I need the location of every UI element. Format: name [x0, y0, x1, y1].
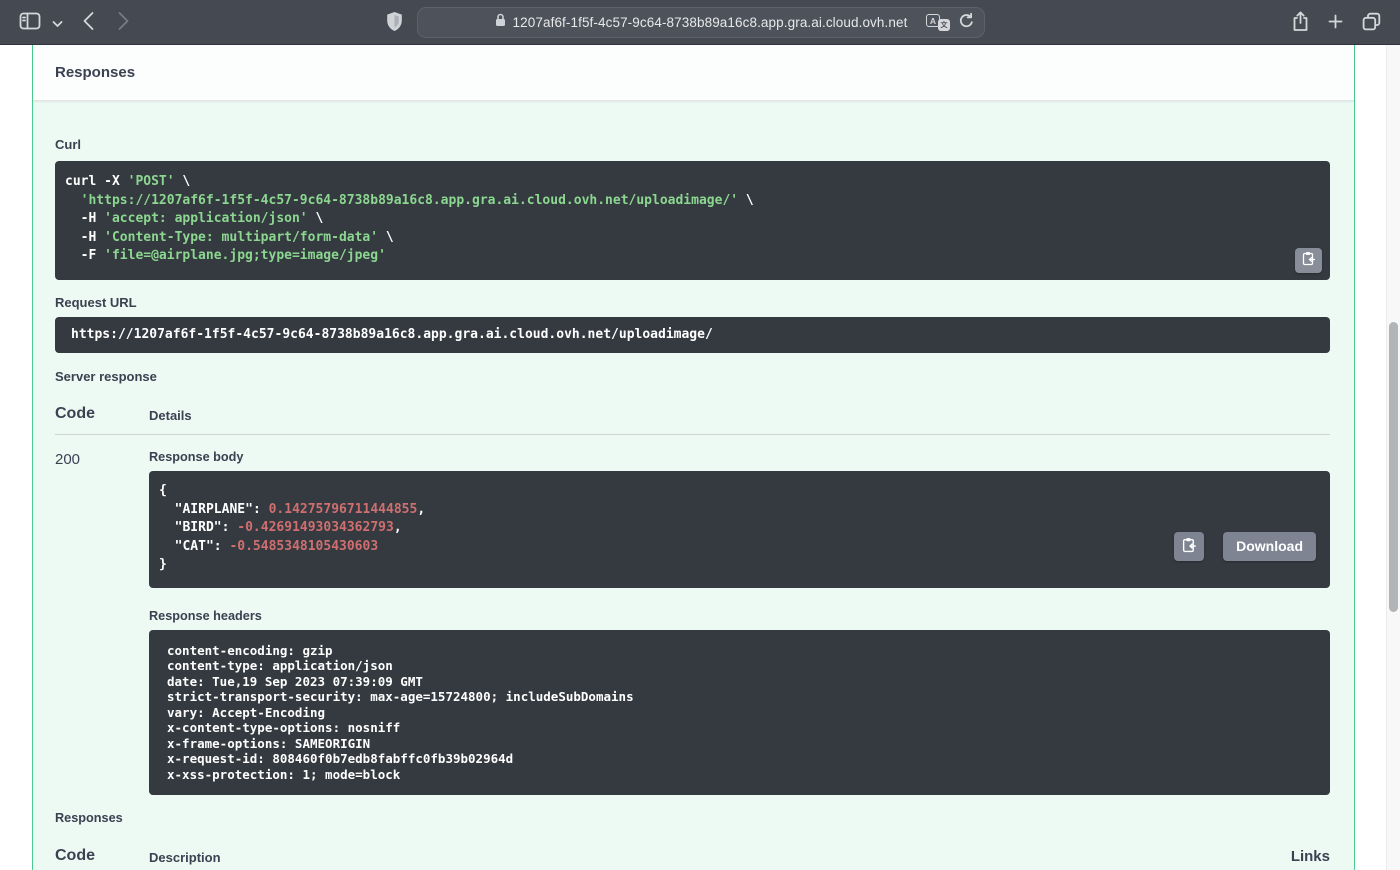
header-line: x-request-id: 808460f0b7edb8fabffc0fb39b…	[167, 751, 1320, 767]
code-column-header: Code	[55, 847, 149, 865]
code-column-header: Code	[55, 405, 149, 423]
curl-label: Curl	[55, 137, 1330, 152]
header-line: strict-transport-security: max-age=15724…	[167, 689, 1320, 705]
header-line: x-xss-protection: 1; mode=block	[167, 767, 1320, 783]
json-line: "CAT": -0.5485348105430603	[159, 538, 1320, 557]
server-response-table-header: Code Details	[55, 405, 1330, 435]
sidebar-icon	[19, 12, 41, 33]
json-line: }	[159, 556, 1320, 575]
reload-icon	[959, 13, 974, 32]
responses-section-header: Responses	[33, 45, 1354, 101]
chevron-down-icon	[52, 16, 63, 31]
privacy-report-button[interactable]	[383, 10, 405, 35]
chevron-left-icon	[82, 11, 95, 34]
json-line: "AIRPLANE": 0.14275796711444855,	[159, 501, 1320, 520]
header-line: x-frame-options: SAMEORIGIN	[167, 736, 1320, 752]
plus-icon	[1328, 14, 1343, 32]
browser-toolbar: 1207af6f-1f5f-4c57-9c64-8738b89a16c8.app…	[0, 0, 1400, 45]
response-body-block: { "AIRPLANE": 0.14275796711444855, "BIRD…	[149, 471, 1330, 588]
links-column-header: Links	[1291, 848, 1330, 865]
responses-table-header: Code Description Links	[55, 847, 1330, 870]
curl-line: curl -X 'POST' \	[65, 173, 1286, 192]
clipboard-icon	[1302, 251, 1316, 269]
responses-heading: Responses	[55, 64, 135, 81]
response-details-cell: Response body { "AIRPLANE": 0.1427579671…	[149, 450, 1330, 795]
lock-icon	[495, 13, 506, 32]
operation-block: Responses Curl curl -X 'POST' \ 'https:/…	[32, 45, 1355, 870]
header-line: date: Tue,19 Sep 2023 07:39:09 GMT	[167, 674, 1320, 690]
curl-line: -F 'file=@airplane.jpg;type=image/jpeg'	[65, 247, 1286, 266]
response-body-label: Response body	[149, 450, 1330, 464]
sidebar-menu-chevron-button[interactable]	[50, 17, 64, 29]
header-line: content-type: application/json	[167, 658, 1320, 674]
screen: 1207af6f-1f5f-4c57-9c64-8738b89a16c8.app…	[0, 0, 1400, 870]
status-code: 200	[55, 450, 149, 795]
curl-line: -H 'accept: application/json' \	[65, 210, 1286, 229]
translate-button[interactable]: A 文	[926, 14, 950, 31]
json-line: {	[159, 482, 1320, 501]
details-column-header: Details	[149, 408, 192, 423]
header-line: content-encoding: gzip	[167, 643, 1320, 659]
clipboard-icon	[1182, 537, 1197, 556]
copy-curl-button[interactable]	[1295, 248, 1322, 273]
curl-command-block: curl -X 'POST' \ 'https://1207af6f-1f5f-…	[55, 161, 1330, 280]
share-button[interactable]	[1289, 10, 1311, 35]
curl-line: -H 'Content-Type: multipart/form-data' \	[65, 229, 1286, 248]
tab-overview-button[interactable]	[1360, 12, 1382, 33]
scrollbar-thumb[interactable]	[1389, 322, 1398, 612]
url-text: 1207af6f-1f5f-4c57-9c64-8738b89a16c8.app…	[513, 15, 908, 30]
header-line: vary: Accept-Encoding	[167, 705, 1320, 721]
copy-response-button[interactable]	[1174, 532, 1204, 561]
response-headers-label: Response headers	[149, 609, 1330, 623]
description-column-header: Description	[149, 850, 221, 865]
response-body-actions: Download	[1174, 532, 1316, 561]
request-url-label: Request URL	[55, 295, 1330, 310]
page-content: Responses Curl curl -X 'POST' \ 'https:/…	[0, 45, 1400, 870]
operation-body: Curl curl -X 'POST' \ 'https://1207af6f-…	[33, 101, 1354, 870]
new-tab-button[interactable]	[1326, 13, 1345, 32]
json-line: "BIRD": -0.42691493034362793,	[159, 519, 1320, 538]
tabs-icon	[1362, 12, 1381, 34]
sidebar-toggle-button[interactable]	[17, 12, 43, 33]
address-bar[interactable]: 1207af6f-1f5f-4c57-9c64-8738b89a16c8.app…	[417, 7, 985, 38]
responses-table-label: Responses	[55, 811, 1330, 825]
header-line: x-content-type-options: nosniff	[167, 720, 1320, 736]
download-button[interactable]: Download	[1223, 532, 1316, 561]
forward-button[interactable]	[113, 11, 133, 33]
back-button[interactable]	[78, 11, 98, 33]
share-icon	[1292, 11, 1309, 35]
reload-button[interactable]	[959, 13, 974, 32]
server-response-label: Server response	[55, 369, 1330, 384]
request-url-block: https://1207af6f-1f5f-4c57-9c64-8738b89a…	[55, 317, 1330, 353]
chevron-right-icon	[117, 11, 130, 34]
request-url-value: https://1207af6f-1f5f-4c57-9c64-8738b89a…	[71, 327, 713, 342]
translate-icon: A 文	[926, 14, 950, 31]
shield-icon	[386, 11, 403, 35]
scrollbar-track[interactable]	[1386, 45, 1400, 870]
curl-line: 'https://1207af6f-1f5f-4c57-9c64-8738b89…	[65, 192, 1286, 211]
server-response-row: 200 Response body { "AIRPLANE": 0.142757…	[55, 450, 1330, 795]
response-headers-block: content-encoding: gzip content-type: app…	[149, 630, 1330, 796]
